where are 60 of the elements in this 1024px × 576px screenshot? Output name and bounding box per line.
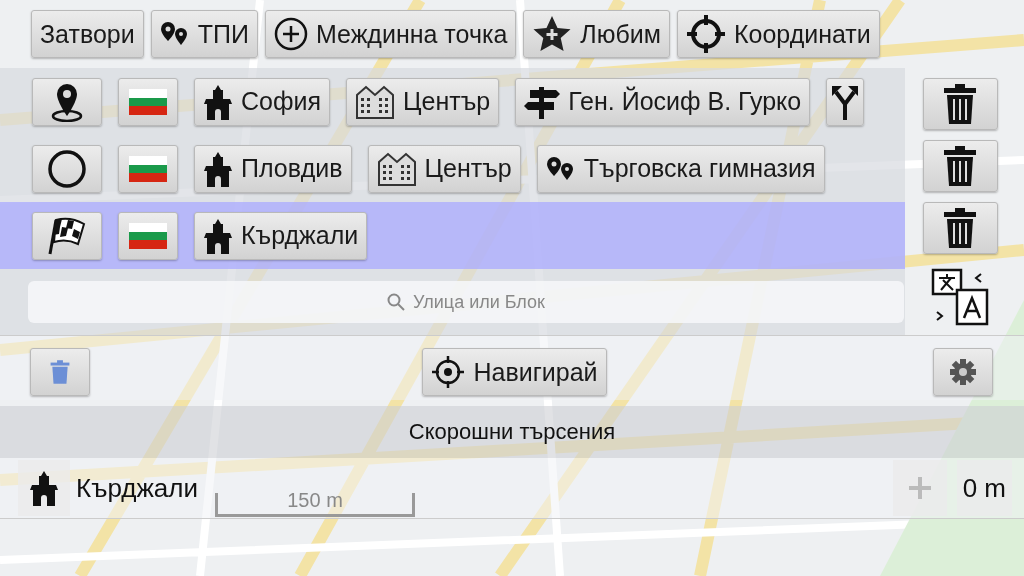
scale-bar: 150 m [215,493,415,517]
address-part-button[interactable]: Пловдив [194,144,352,193]
flag-icon [129,155,167,182]
plus-icon [907,476,932,500]
toolbar-button[interactable]: ТПИ [150,10,258,58]
trash-icon [943,207,977,249]
country-button[interactable] [118,144,178,193]
address-part-button[interactable]: Център [367,144,521,193]
trash-icon [50,359,70,385]
address-part-button[interactable]: Ген. Йосиф В. Гурко [515,77,811,126]
waypoint-button[interactable] [32,77,102,126]
address-part-button[interactable]: Търговска гимназия [536,144,825,193]
delete-button[interactable] [922,78,998,130]
toolbar-button[interactable]: Координати [676,10,880,58]
waypoint-button[interactable] [32,144,102,193]
town-gate-icon [203,217,233,254]
trash-icon [943,83,977,125]
clear-button[interactable] [30,348,90,396]
checkered-flag-icon [46,215,88,256]
toolbar-button[interactable]: Затвори [31,10,144,58]
buildings-icon [376,151,417,186]
delete-button[interactable] [922,140,998,192]
buildings-icon [355,84,396,119]
route-row[interactable]: Кърджали [0,202,905,269]
trash-icon [943,145,977,187]
town-gate-icon [203,83,233,120]
settings-icon [949,358,977,386]
toolbar-button[interactable]: Междинна точка [264,10,517,58]
address-part-button[interactable]: Кърджали [194,211,368,260]
route-row[interactable]: Пловдив Център Търговска гимназия [0,135,905,202]
signpost-icon [524,84,561,119]
country-button[interactable] [118,77,178,126]
fork-arrow-icon [830,83,861,120]
recent-place-label[interactable]: Кърджали [76,472,198,504]
search-icon [387,293,406,311]
circle-icon [47,148,87,189]
town-gate-icon [29,470,59,506]
distance-label: 0 m [956,460,1012,516]
star-plus-icon [532,15,573,53]
translate-button[interactable] [931,268,989,326]
plus-circle-icon [273,17,308,51]
waypoint-button[interactable] [32,211,102,260]
settings-button[interactable] [933,348,993,396]
route-row[interactable]: София Център Ген. Йосиф В. Гурко [0,68,905,135]
translate-icon [931,268,989,326]
country-button[interactable] [118,211,178,260]
crosshair-icon [431,355,466,389]
search-placeholder: Улица или Блок [413,291,545,313]
address-part-button[interactable]: Център [346,77,500,126]
town-gate-icon [203,150,233,187]
turn-button[interactable] [826,77,865,126]
address-part-button[interactable]: София [194,77,331,126]
toolbar-button[interactable]: Любим [523,10,670,58]
crosshair-icon [685,14,726,54]
navigate-button[interactable]: Навигирай [422,348,607,396]
map-pin-icon [50,81,84,122]
flag-icon [129,222,167,249]
section-header: Скорошни търсения [0,406,1024,458]
flag-icon [129,88,167,115]
delete-button[interactable] [922,202,998,254]
